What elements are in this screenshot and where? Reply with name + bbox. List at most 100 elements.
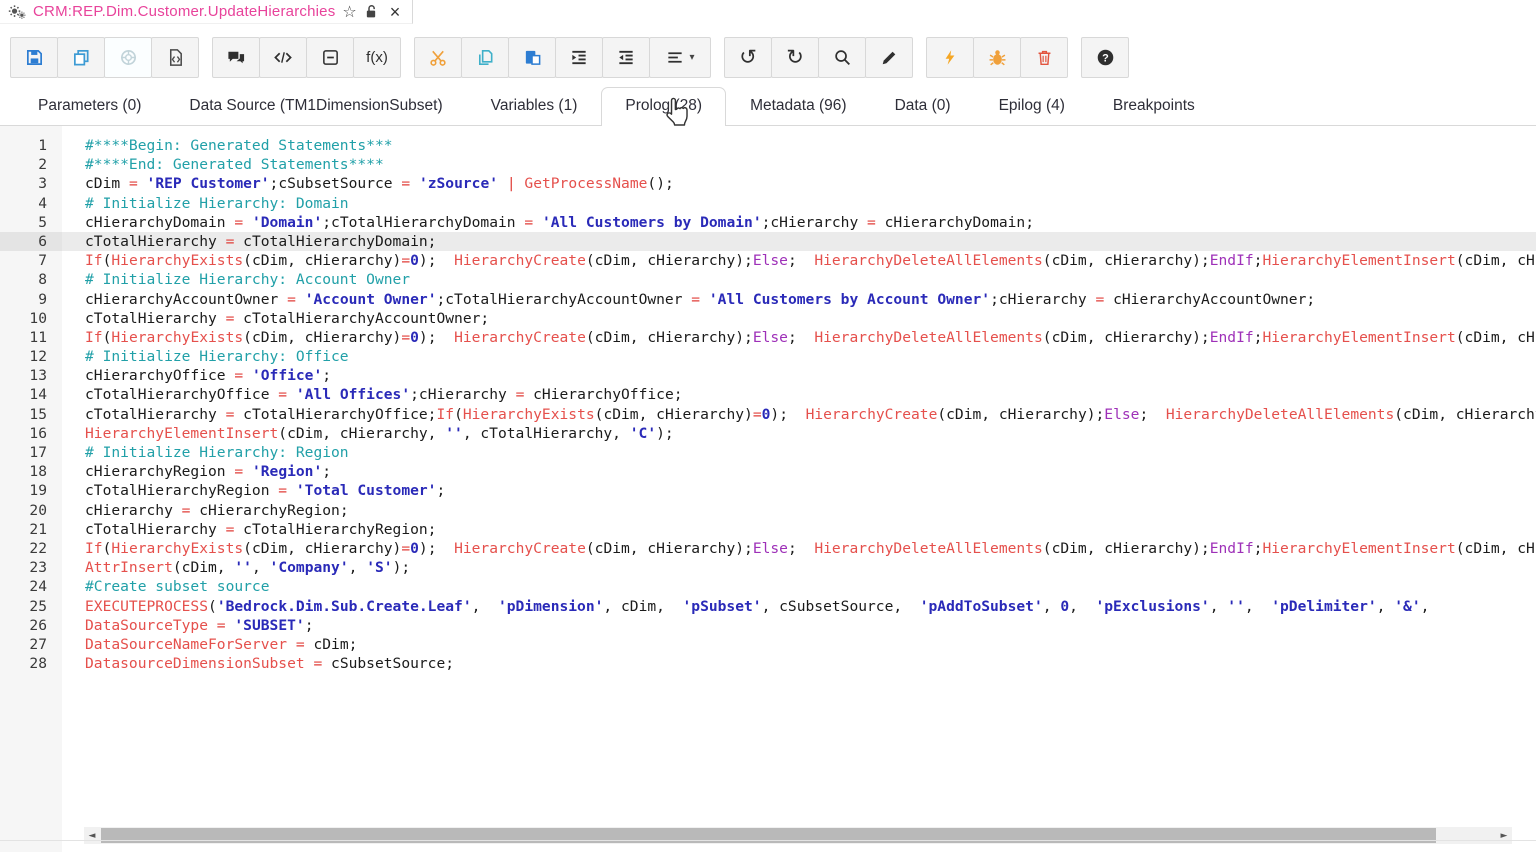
code-line[interactable]: 23AttrInsert(cDim, '', 'Company', 'S'); xyxy=(0,558,1536,577)
tab-variables-1[interactable]: Variables (1) xyxy=(467,87,602,126)
tab-data-0[interactable]: Data (0) xyxy=(871,87,975,126)
close-tab-icon[interactable]: × xyxy=(390,3,401,21)
outdent-icon xyxy=(616,48,636,67)
unlock-icon[interactable] xyxy=(364,4,379,19)
comments-button[interactable] xyxy=(212,37,260,78)
tab-metadata-96[interactable]: Metadata (96) xyxy=(726,87,871,126)
code-line[interactable]: 12# Initialize Hierarchy: Office xyxy=(0,347,1536,366)
line-number: 27 xyxy=(0,635,62,654)
function-fx-button[interactable]: f(x) xyxy=(353,37,401,78)
debug-bug-icon xyxy=(988,48,1007,67)
code-line[interactable]: 6cTotalHierarchy = cTotalHierarchyDomain… xyxy=(0,232,1536,251)
code-line[interactable]: 20cHierarchy = cHierarchyRegion; xyxy=(0,501,1536,520)
tab-data-source-tm1dimensionsubset[interactable]: Data Source (TM1DimensionSubset) xyxy=(165,87,466,126)
code-text: If(HierarchyExists(cDim, cHierarchy)=0);… xyxy=(62,251,1536,270)
outdent-button[interactable] xyxy=(602,37,650,78)
code-tags-button[interactable] xyxy=(259,37,307,78)
code-line[interactable]: 19cTotalHierarchyRegion = 'Total Custome… xyxy=(0,481,1536,500)
copy-document-button[interactable] xyxy=(57,37,105,78)
tab-breakpoints[interactable]: Breakpoints xyxy=(1089,87,1219,126)
code-text: #Create subset source xyxy=(62,577,1536,596)
format-lines-button[interactable]: ▾ xyxy=(649,37,711,78)
toolbar-group xyxy=(926,37,1068,78)
code-line[interactable]: 1#****Begin: Generated Statements*** xyxy=(0,136,1536,155)
code-line[interactable]: 18cHierarchyRegion = 'Region'; xyxy=(0,462,1536,481)
line-number: 11 xyxy=(0,328,62,347)
code-line[interactable]: 9cHierarchyAccountOwner = 'Account Owner… xyxy=(0,290,1536,309)
copy-document-icon xyxy=(72,48,91,67)
code-line[interactable]: 5cHierarchyDomain = 'Domain';cTotalHiera… xyxy=(0,213,1536,232)
code-line[interactable]: 21cTotalHierarchy = cTotalHierarchyRegio… xyxy=(0,520,1536,539)
code-line[interactable]: 25EXECUTEPROCESS('Bedrock.Dim.Sub.Create… xyxy=(0,597,1536,616)
code-line[interactable]: 27DataSourceNameForServer = cDim; xyxy=(0,635,1536,654)
toolbar-group: ↺↻ xyxy=(724,37,913,78)
tab-epilog-4[interactable]: Epilog (4) xyxy=(975,87,1089,126)
line-number: 20 xyxy=(0,501,62,520)
code-line[interactable]: 24#Create subset source xyxy=(0,577,1536,596)
line-number: 17 xyxy=(0,443,62,462)
save-icon xyxy=(25,48,44,67)
redo-button[interactable]: ↻ xyxy=(771,37,819,78)
line-number: 19 xyxy=(0,481,62,500)
edit-pencil-button[interactable] xyxy=(865,37,913,78)
code-line[interactable]: 26DataSourceType = 'SUBSET'; xyxy=(0,616,1536,635)
code-text: cTotalHierarchyRegion = 'Total Customer'… xyxy=(62,481,1536,500)
horizontal-scrollbar[interactable]: ◄ ► xyxy=(84,827,1512,844)
delete-trash-button[interactable] xyxy=(1020,37,1068,78)
toolbar-group: ▾ xyxy=(414,37,711,78)
code-line[interactable]: 4# Initialize Hierarchy: Domain xyxy=(0,194,1536,213)
undo-button[interactable]: ↺ xyxy=(724,37,772,78)
code-line[interactable]: 10cTotalHierarchy = cTotalHierarchyAccou… xyxy=(0,309,1536,328)
code-line[interactable]: 8# Initialize Hierarchy: Account Owner xyxy=(0,270,1536,289)
code-line[interactable]: 22If(HierarchyExists(cDim, cHierarchy)=0… xyxy=(0,539,1536,558)
code-text: DataSourceNameForServer = cDim; xyxy=(62,635,1536,654)
line-number: 13 xyxy=(0,366,62,385)
code-line[interactable]: 3cDim = 'REP Customer';cSubsetSource = '… xyxy=(0,174,1536,193)
code-line[interactable]: 7If(HierarchyExists(cDim, cHierarchy)=0)… xyxy=(0,251,1536,270)
line-number: 21 xyxy=(0,520,62,539)
line-number: 9 xyxy=(0,290,62,309)
cut-button[interactable] xyxy=(414,37,462,78)
save-button[interactable] xyxy=(10,37,58,78)
tab-prolog-28[interactable]: Prolog (28) xyxy=(601,87,726,126)
run-lightning-button[interactable] xyxy=(926,37,974,78)
collapse-box-button[interactable] xyxy=(306,37,354,78)
code-line[interactable]: 14cTotalHierarchyOffice = 'All Offices';… xyxy=(0,385,1536,404)
line-number: 5 xyxy=(0,213,62,232)
code-line[interactable]: 15cTotalHierarchy = cTotalHierarchyOffic… xyxy=(0,405,1536,424)
scroll-left-arrow-icon[interactable]: ◄ xyxy=(84,827,100,844)
code-text: cTotalHierarchy = cTotalHierarchyDomain; xyxy=(62,232,1536,251)
code-text: # Initialize Hierarchy: Account Owner xyxy=(62,270,1536,289)
search-button[interactable] xyxy=(818,37,866,78)
code-text: cHierarchy = cHierarchyRegion; xyxy=(62,501,1536,520)
code-line[interactable]: 28DatasourceDimensionSubset = cSubsetSou… xyxy=(0,654,1536,673)
code-line[interactable]: 11If(HierarchyExists(cDim, cHierarchy)=0… xyxy=(0,328,1536,347)
line-number: 1 xyxy=(0,136,62,155)
code-line[interactable]: 17# Initialize Hierarchy: Region xyxy=(0,443,1536,462)
code-text: cHierarchyOffice = 'Office'; xyxy=(62,366,1536,385)
tab-parameters-0[interactable]: Parameters (0) xyxy=(14,87,165,126)
process-window-tab[interactable]: CRM:REP.Dim.Customer.UpdateHierarchies ☆… xyxy=(0,0,413,24)
copy-pages-icon xyxy=(476,48,495,67)
code-line[interactable]: 13cHierarchyOffice = 'Office'; xyxy=(0,366,1536,385)
code-line[interactable]: 16HierarchyElementInsert(cDim, cHierarch… xyxy=(0,424,1536,443)
paste-button[interactable] xyxy=(508,37,556,78)
code-line[interactable]: 2#****End: Generated Statements**** xyxy=(0,155,1536,174)
scrollbar-track[interactable] xyxy=(100,827,1496,844)
line-number: 23 xyxy=(0,558,62,577)
line-number: 15 xyxy=(0,405,62,424)
globe-button[interactable] xyxy=(104,37,152,78)
line-number: 26 xyxy=(0,616,62,635)
indent-button[interactable] xyxy=(555,37,603,78)
debug-bug-button[interactable] xyxy=(973,37,1021,78)
copy-pages-button[interactable] xyxy=(461,37,509,78)
favorite-star-icon[interactable]: ☆ xyxy=(342,4,356,20)
code-editor[interactable]: 1#****Begin: Generated Statements***2#**… xyxy=(0,126,1536,852)
scroll-right-arrow-icon[interactable]: ► xyxy=(1496,827,1512,844)
code-text: cHierarchyAccountOwner = 'Account Owner'… xyxy=(62,290,1536,309)
format-lines-icon xyxy=(665,48,685,67)
code-file-button[interactable] xyxy=(151,37,199,78)
paste-icon xyxy=(523,48,542,67)
help-button[interactable]: ? xyxy=(1081,37,1129,78)
code-text: # Initialize Hierarchy: Region xyxy=(62,443,1536,462)
